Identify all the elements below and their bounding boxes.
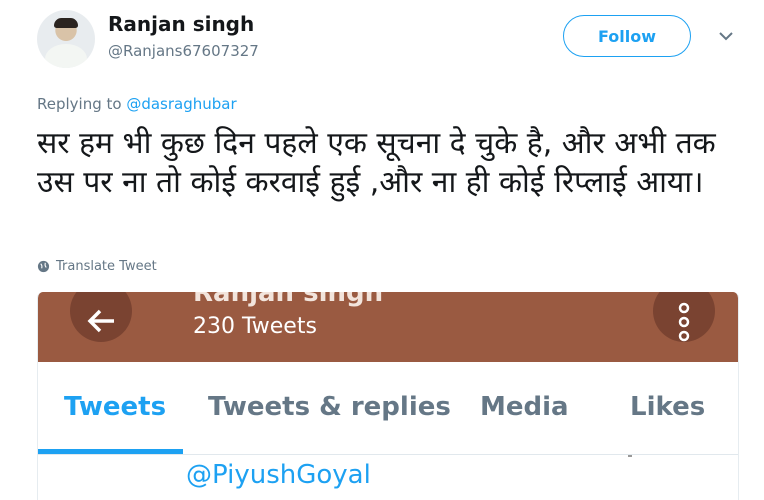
- tab-tweets-and-replies: Tweets & replies: [208, 392, 451, 422]
- more-button: [653, 292, 715, 342]
- divider-mark: [628, 455, 632, 457]
- embed-mention: @PiyushGoyal: [186, 460, 371, 490]
- tweet-text: सर हम भी कुछ दिन पहले एक सूचना दे चुके ह…: [37, 126, 716, 200]
- translate-tweet-link[interactable]: Translate Tweet: [37, 259, 157, 274]
- avatar-body: [45, 44, 87, 68]
- back-button: [70, 292, 132, 342]
- embed-tweet-count: 230 Tweets: [193, 314, 317, 339]
- tab-tweets: Tweets: [64, 392, 167, 422]
- reply-mention-link[interactable]: @dasraghubar: [126, 95, 236, 113]
- tab-media: Media: [480, 392, 569, 422]
- avatar-hair: [54, 18, 78, 28]
- more-vertical-icon: [678, 302, 690, 342]
- embed-tab-bar: Tweets Tweets & replies Media Likes: [38, 362, 738, 455]
- avatar[interactable]: [37, 10, 95, 68]
- tab-likes: Likes: [630, 392, 706, 422]
- back-arrow-icon: [87, 309, 114, 333]
- translate-label: Translate Tweet: [56, 259, 157, 274]
- follow-button[interactable]: Follow: [563, 15, 691, 57]
- embed-profile-name: Ranjan singh: [193, 292, 384, 308]
- embedded-screenshot[interactable]: Ranjan singh 230 Tweets Tweets Tweets & …: [37, 292, 739, 500]
- embed-profile-header: Ranjan singh 230 Tweets: [38, 292, 738, 362]
- author-handle[interactable]: @Ranjans67607327: [108, 42, 259, 60]
- replying-prefix: Replying to: [37, 95, 127, 113]
- replying-to: Replying to @dasraghubar: [37, 95, 237, 113]
- author-name[interactable]: Ranjan singh: [108, 12, 254, 36]
- active-tab-indicator: [38, 449, 183, 454]
- chevron-down-icon[interactable]: [718, 30, 734, 42]
- globe-icon: [37, 260, 50, 273]
